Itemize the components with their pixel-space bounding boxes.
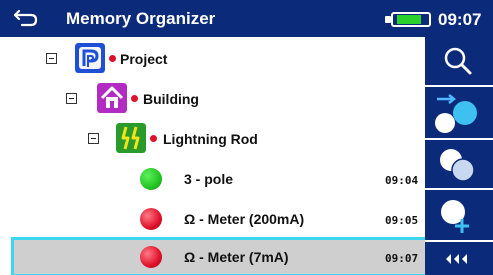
marker-dot [109,55,116,62]
status-fail-icon [140,246,162,268]
collapse-toggle[interactable] [46,53,57,64]
clock: 09:07 [438,10,482,29]
status-fail-icon [140,208,162,230]
tree-node-project[interactable]: Project [0,40,425,78]
building-icon [97,83,127,113]
page-title: Memory Organizer [66,9,216,28]
search-icon [444,47,472,75]
measurement-row-selected[interactable]: Ω - Meter (7mA) 09:07 [11,237,425,275]
clone-button[interactable] [425,138,493,188]
status-pass-icon [140,168,162,190]
memory-tree: Project Building Lightning Rod 3 - pole … [0,37,425,275]
measurement-label: 3 - pole [184,171,234,187]
measurement-label: Ω - Meter (200mA) [184,211,305,227]
tree-node-building[interactable]: Building [0,80,425,118]
marker-dot [131,95,138,102]
add-measurement-icon [435,94,477,133]
collapse-toggle[interactable] [88,133,99,144]
measurement-row[interactable]: 3 - pole 09:04 [0,160,425,198]
header-bar: Memory Organizer 09:07 [0,0,493,37]
more-button[interactable] [425,240,493,275]
tree-node-label: Project [120,51,168,67]
collapse-toggle[interactable] [66,93,77,104]
search-button[interactable] [425,37,493,85]
tree-node-label: Building [143,91,199,107]
action-sidebar [425,37,493,275]
measurement-time: 09:07 [385,252,419,265]
measurement-time: 09:05 [385,214,419,227]
more-icon [446,254,467,264]
back-icon[interactable] [14,9,38,27]
tree-node-lightning-rod[interactable]: Lightning Rod [0,120,425,158]
measurement-label: Ω - Meter (7mA) [184,249,289,265]
lightning-rod-icon [116,123,146,153]
measurement-time: 09:04 [385,174,419,187]
battery-icon [385,12,433,28]
add-node-button[interactable] [425,188,493,240]
add-measurement-button[interactable] [425,85,493,138]
marker-dot [150,135,157,142]
add-node-icon [441,200,469,233]
project-icon [75,43,105,73]
tree-node-label: Lightning Rod [163,131,258,147]
measurement-row[interactable]: Ω - Meter (200mA) 09:05 [0,200,425,238]
clone-icon [440,149,475,182]
